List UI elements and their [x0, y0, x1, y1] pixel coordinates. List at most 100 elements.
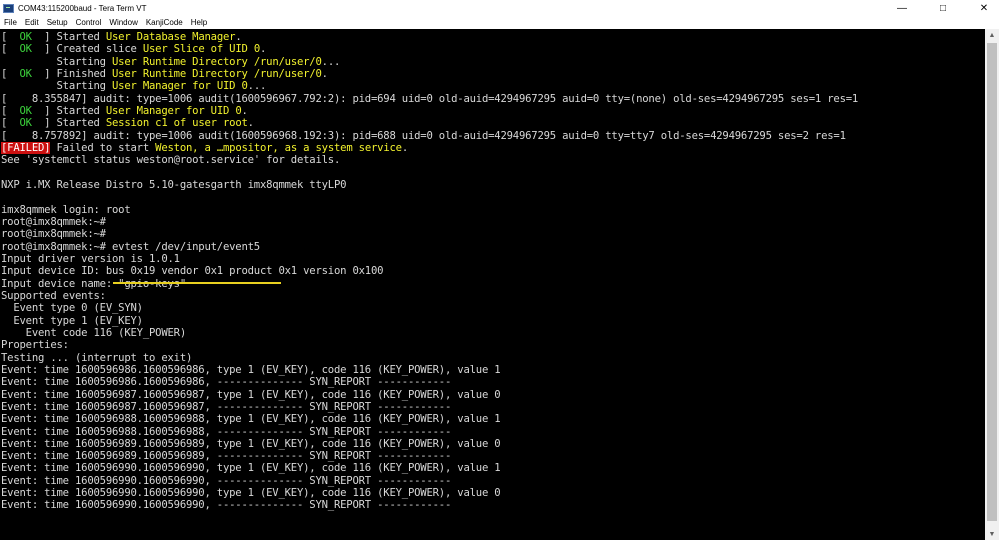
- terminal-text: [: [1, 67, 20, 80]
- terminal-text: root@imx8qmmek:~#: [1, 215, 106, 228]
- terminal-text: [ 8.757892] audit: type=1006 audit(16005…: [1, 129, 846, 142]
- terminal-line: [ OK ] Finished User Runtime Directory /…: [1, 68, 858, 80]
- window-controls: — □ ✕: [876, 0, 999, 16]
- vertical-scrollbar[interactable]: ▲ ▼: [985, 29, 999, 540]
- terminal-line: See 'systemctl status weston@root.servic…: [1, 154, 858, 166]
- terminal-text: NXP i.MX Release Distro 5.10-gatesgarth …: [1, 178, 347, 191]
- terminal-text: Starting: [1, 55, 112, 68]
- terminal-line: Properties:: [1, 339, 858, 351]
- terminal-text: Event: time 1600596990.1600596990, type …: [1, 462, 501, 475]
- tera-term-app-icon[interactable]: [3, 3, 14, 13]
- terminal-text: Event: time 1600596990.1600596990, -----…: [1, 499, 452, 512]
- terminal-line: NXP i.MX Release Distro 5.10-gatesgarth …: [1, 179, 858, 191]
- terminal-line: Event: time 1600596987.1600596987, -----…: [1, 401, 858, 413]
- terminal-text: Weston, a …mpositor, as a system service: [155, 141, 402, 154]
- terminal-line: [ OK ] Created slice User Slice of UID 0…: [1, 43, 858, 55]
- terminal-text: Event: time 1600596990.1600596990, -----…: [1, 474, 452, 487]
- close-button[interactable]: ✕: [969, 0, 999, 16]
- terminal-line: Event type 1 (EV_KEY): [1, 315, 858, 327]
- terminal-text: ...: [321, 55, 341, 68]
- menu-window[interactable]: Window: [105, 18, 141, 27]
- terminal-line: imx8qmmek login: root: [1, 204, 858, 216]
- terminal-screen[interactable]: [ OK ] Started User Database Manager.[ O…: [0, 29, 985, 540]
- terminal-text: User Database Manager: [105, 31, 236, 43]
- terminal-line: [ 8.355847] audit: type=1006 audit(16005…: [1, 93, 858, 105]
- scrollbar-thumb[interactable]: [987, 43, 997, 521]
- terminal-text: Failed to start: [50, 141, 156, 154]
- terminal-line: root@imx8qmmek:~#: [1, 216, 858, 228]
- minimize-button[interactable]: —: [887, 0, 917, 16]
- terminal-line: Event: time 1600596987.1600596987, type …: [1, 389, 858, 401]
- status-ok: OK: [19, 67, 33, 80]
- terminal-text: root@imx8qmmek:~# evtest /dev/input/even…: [1, 240, 260, 253]
- terminal-text: Supported events:: [1, 289, 106, 302]
- terminal-line: [ OK ] Started Session c1 of user root.: [1, 117, 858, 129]
- scroll-down-arrow-icon[interactable]: ▼: [985, 528, 999, 540]
- terminal-line: Event: time 1600596986.1600596986, -----…: [1, 376, 858, 388]
- menu-edit[interactable]: Edit: [21, 18, 43, 27]
- menu-kanjicode[interactable]: KanjiCode: [142, 18, 187, 27]
- terminal-text: Input driver version is 1.0.1: [1, 252, 180, 265]
- terminal-line: Event: time 1600596990.1600596990, type …: [1, 462, 858, 474]
- terminal-line: Testing ... (interrupt to exit): [1, 352, 858, 364]
- terminal-text: Event: time 1600596989.1600596989, -----…: [1, 450, 452, 463]
- terminal-line: Event: time 1600596988.1600596988, type …: [1, 413, 858, 425]
- terminal-text: User Manager for UID 0: [105, 104, 242, 117]
- menu-bar: File Edit Setup Control Window KanjiCode…: [0, 16, 999, 29]
- status-ok: OK: [19, 43, 33, 56]
- terminal-text: .: [241, 104, 248, 117]
- title-bar[interactable]: COM43:115200baud - Tera Term VT — □ ✕: [0, 0, 999, 16]
- terminal-line: Event: time 1600596990.1600596990, -----…: [1, 475, 858, 487]
- terminal-text: User Runtime Directory /run/user/0: [112, 67, 322, 80]
- terminal-text: .: [401, 141, 408, 154]
- terminal-text: Event type 0 (EV_SYN): [1, 302, 143, 315]
- terminal-line: Input driver version is 1.0.1: [1, 253, 858, 265]
- terminal-text: ] Started: [31, 104, 106, 117]
- terminal-line: Starting User Manager for UID 0...: [1, 80, 858, 92]
- terminal-text: Event: time 1600596988.1600596988, type …: [1, 413, 501, 426]
- terminal-line: [ 8.757892] audit: type=1006 audit(16005…: [1, 130, 858, 142]
- terminal-text: Event: time 1600596986.1600596986, type …: [1, 363, 501, 376]
- terminal-text: Session c1 of user root: [105, 117, 248, 130]
- terminal-line: Input device ID: bus 0x19 vendor 0x1 pro…: [1, 265, 858, 277]
- terminal-line: Event type 0 (EV_SYN): [1, 302, 858, 314]
- terminal-text: Event: time 1600596986.1600596986, -----…: [1, 376, 452, 389]
- command-underline-annotation: [113, 282, 281, 284]
- terminal-line: [ OK ] Started User Manager for UID 0.: [1, 105, 858, 117]
- maximize-button[interactable]: □: [928, 0, 958, 16]
- menu-help[interactable]: Help: [187, 18, 211, 27]
- terminal-text: imx8qmmek login: root: [1, 203, 131, 216]
- status-ok: OK: [19, 104, 33, 117]
- terminal-text: ] Finished: [31, 67, 113, 80]
- terminal-text: ] Created slice: [31, 43, 143, 56]
- terminal-text: User Slice of UID 0: [142, 43, 260, 56]
- terminal-text: User Manager for UID 0: [112, 80, 248, 93]
- menu-setup[interactable]: Setup: [43, 18, 72, 27]
- terminal-text: Event: time 1600596990.1600596990, type …: [1, 487, 501, 500]
- terminal-line: Event: time 1600596990.1600596990, type …: [1, 487, 858, 499]
- menu-control[interactable]: Control: [72, 18, 106, 27]
- terminal-text: ] Started: [31, 117, 106, 130]
- terminal-text: .: [235, 31, 242, 43]
- window-title: COM43:115200baud - Tera Term VT: [18, 3, 147, 13]
- terminal-line: Event: time 1600596989.1600596989, type …: [1, 438, 858, 450]
- terminal-text: Event code 116 (KEY_POWER): [1, 326, 187, 339]
- terminal-text: [: [1, 117, 20, 130]
- terminal-line: Event: time 1600596988.1600596988, -----…: [1, 426, 858, 438]
- terminal-line: Event: time 1600596990.1600596990, -----…: [1, 499, 858, 511]
- terminal-line: Event code 116 (KEY_POWER): [1, 327, 858, 339]
- terminal-text: [: [1, 104, 20, 117]
- menu-file[interactable]: File: [0, 18, 21, 27]
- terminal-text: Input device ID: bus 0x19 vendor 0x1 pro…: [1, 265, 384, 278]
- terminal-line: [FAILED] Failed to start Weston, a …mpos…: [1, 141, 858, 154]
- terminal-text: See 'systemctl status weston@root.servic…: [1, 154, 341, 167]
- terminal-text: [: [1, 31, 20, 43]
- terminal-text: root@imx8qmmek:~#: [1, 228, 106, 241]
- terminal-line: Event: time 1600596986.1600596986, type …: [1, 364, 858, 376]
- scroll-up-arrow-icon[interactable]: ▲: [985, 29, 999, 41]
- terminal-line: root@imx8qmmek:~# evtest /dev/input/even…: [1, 241, 858, 253]
- terminal-line: Starting User Runtime Directory /run/use…: [1, 56, 858, 68]
- terminal-text: ] Started: [31, 31, 106, 43]
- terminal-line: root@imx8qmmek:~#: [1, 228, 858, 240]
